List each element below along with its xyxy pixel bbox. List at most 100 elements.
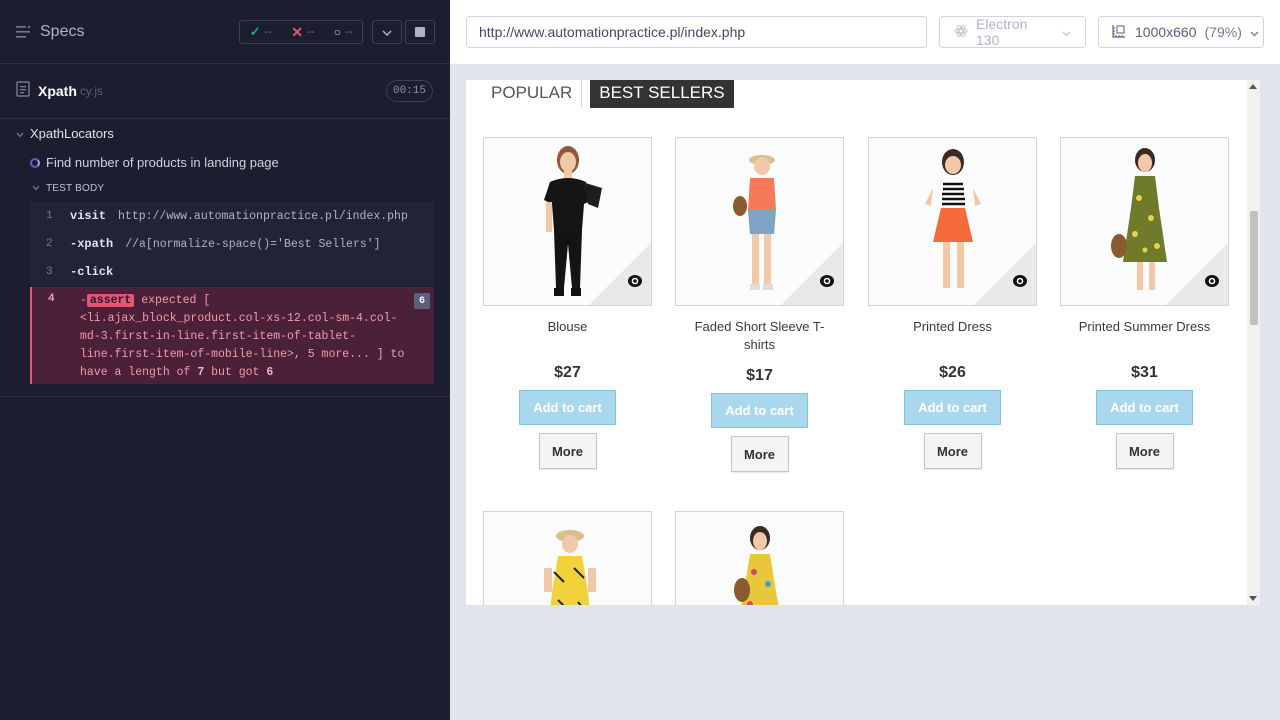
- more-button[interactable]: More: [1115, 433, 1174, 469]
- viewport-scale: (79%): [1204, 24, 1242, 40]
- test-body-header[interactable]: TEST BODY: [32, 183, 104, 194]
- scroll-up-arrow-icon[interactable]: [1249, 84, 1257, 89]
- document-icon: [16, 80, 30, 102]
- add-to-cart-button[interactable]: Add to cart: [519, 390, 616, 425]
- more-button[interactable]: More: [730, 436, 789, 472]
- assert-message: - assert expected [ <li.ajax_block_produc…: [80, 292, 406, 382]
- reporter-panel: Specs ✓ -- ✕ -- ○ -- Xpath cy.js 00:15 X…: [0, 0, 450, 720]
- assert-prefix: -: [80, 294, 87, 307]
- chevron-down-icon: [32, 183, 40, 194]
- divider: [0, 396, 450, 397]
- specs-toggle-button[interactable]: Specs: [16, 23, 84, 41]
- viewport-selector[interactable]: 1000x660 (79%): [1098, 16, 1264, 48]
- spec-duration: 00:15: [385, 80, 433, 102]
- quick-view-eye-icon[interactable]: [1012, 274, 1028, 293]
- assert-tag: assert: [86, 294, 135, 307]
- product-card: Printed Summer Dress $31 Add to cart Mor…: [1060, 137, 1229, 469]
- running-spinner-icon: [30, 157, 40, 168]
- browser-selector[interactable]: Electron 130: [939, 16, 1086, 48]
- aut-scrollbar[interactable]: [1247, 80, 1260, 605]
- command-row[interactable]: 3 -click: [30, 258, 434, 286]
- element-count-badge: 6: [414, 293, 430, 309]
- quick-view-eye-icon[interactable]: [1204, 274, 1220, 293]
- chevron-down-icon: [1062, 24, 1071, 40]
- aut-header: http://www.automationpractice.pl/index.p…: [450, 0, 1280, 64]
- product-image[interactable]: [868, 137, 1037, 306]
- product-name[interactable]: Printed Summer Dress: [1060, 318, 1229, 354]
- menu-icon: [16, 25, 32, 39]
- test-title[interactable]: Find number of products in landing page: [30, 155, 279, 170]
- product-image[interactable]: [1060, 137, 1229, 306]
- add-to-cart-button[interactable]: Add to cart: [711, 393, 808, 428]
- reporter-header: Specs ✓ -- ✕ -- ○ --: [0, 0, 450, 64]
- product-photo: [544, 530, 596, 605]
- command-number: 2: [46, 238, 53, 250]
- product-card: Faded Short Sleeve T-shirts $17 Add to c…: [675, 137, 844, 472]
- chevron-down-icon: [382, 23, 392, 41]
- collapse-all-button[interactable]: [372, 20, 402, 44]
- command-number: 4: [48, 293, 55, 305]
- command-number: 3: [46, 266, 53, 278]
- url-field[interactable]: http://www.automationpractice.pl/index.p…: [466, 16, 927, 48]
- scroll-thumb[interactable]: [1250, 211, 1258, 325]
- suite-title[interactable]: XpathLocators: [16, 126, 114, 141]
- pending-stat: ○ --: [334, 25, 353, 39]
- product-name[interactable]: Printed Dress: [868, 318, 1037, 354]
- command-name: -xpath: [70, 237, 114, 251]
- failed-count: --: [307, 26, 315, 38]
- electron-browser-icon: [954, 24, 968, 41]
- passed-stat: ✓ --: [250, 24, 272, 40]
- stop-button[interactable]: [405, 20, 435, 44]
- command-name: visit: [70, 209, 107, 223]
- product-price: $27: [554, 364, 581, 381]
- quick-view-eye-icon[interactable]: [627, 274, 643, 293]
- scroll-down-arrow-icon[interactable]: [1249, 596, 1257, 601]
- check-icon: ✓: [249, 24, 261, 39]
- ruler-icon: [1111, 23, 1127, 42]
- pending-count: --: [344, 26, 353, 38]
- product-price: $17: [746, 367, 773, 384]
- assert-text-1: expected [: [134, 294, 211, 307]
- product-photo: [734, 526, 779, 605]
- quick-view-eye-icon[interactable]: [819, 274, 835, 293]
- suite-label: XpathLocators: [30, 126, 114, 141]
- test-title-label: Find number of products in landing page: [46, 155, 279, 170]
- chevron-down-icon: [1250, 24, 1259, 40]
- product-image[interactable]: [483, 511, 652, 605]
- product-image[interactable]: [675, 511, 844, 605]
- test-body-label: TEST BODY: [46, 183, 105, 194]
- command-row[interactable]: 2 -xpath //a[normalize-space()='Best Sel…: [30, 230, 434, 258]
- browser-label: Electron 130: [976, 16, 1028, 48]
- product-card: Printed Dress $26 Add to cart More: [868, 137, 1037, 469]
- command-name: -click: [70, 265, 114, 279]
- assert-actual-length: 6: [266, 366, 274, 379]
- product-image[interactable]: [483, 137, 652, 306]
- assert-subject: <li.ajax_block_product.col-xs-12.col-sm-…: [80, 312, 398, 361]
- chevron-down-icon: [16, 126, 24, 141]
- more-button[interactable]: More: [538, 433, 597, 469]
- add-to-cart-button[interactable]: Add to cart: [1096, 390, 1193, 425]
- tab-best-sellers[interactable]: BEST SELLERS: [590, 80, 734, 108]
- command-row[interactable]: 1 visit http://www.automationpractice.pl…: [30, 202, 434, 230]
- specs-label: Specs: [40, 22, 85, 40]
- aut-iframe: POPULAR BEST SELLERS Blouse $27 Add to c…: [466, 80, 1260, 605]
- test-stats: ✓ -- ✕ -- ○ --: [239, 20, 363, 44]
- spec-file-row: Xpath cy.js 00:15: [0, 64, 450, 119]
- command-number: 1: [46, 210, 53, 222]
- product-image[interactable]: [675, 137, 844, 306]
- spec-extension: cy.js: [79, 84, 103, 98]
- pending-circle-icon: ○: [333, 25, 341, 39]
- add-to-cart-button[interactable]: Add to cart: [904, 390, 1001, 425]
- product-price: $26: [939, 364, 966, 381]
- tab-popular[interactable]: POPULAR: [482, 80, 583, 108]
- failed-assert-command[interactable]: 4 - assert expected [ <li.ajax_block_prod…: [30, 287, 434, 384]
- product-card: [675, 511, 844, 605]
- failed-stat: ✕ --: [291, 24, 314, 41]
- command-message: http://www.automationpractice.pl/index.p…: [118, 209, 408, 223]
- stop-icon: [415, 27, 425, 37]
- product-name[interactable]: Blouse: [483, 318, 652, 354]
- x-icon: ✕: [291, 23, 304, 40]
- product-name[interactable]: Faded Short Sleeve T-shirts: [675, 318, 844, 354]
- more-button[interactable]: More: [923, 433, 982, 469]
- product-card: [483, 511, 652, 605]
